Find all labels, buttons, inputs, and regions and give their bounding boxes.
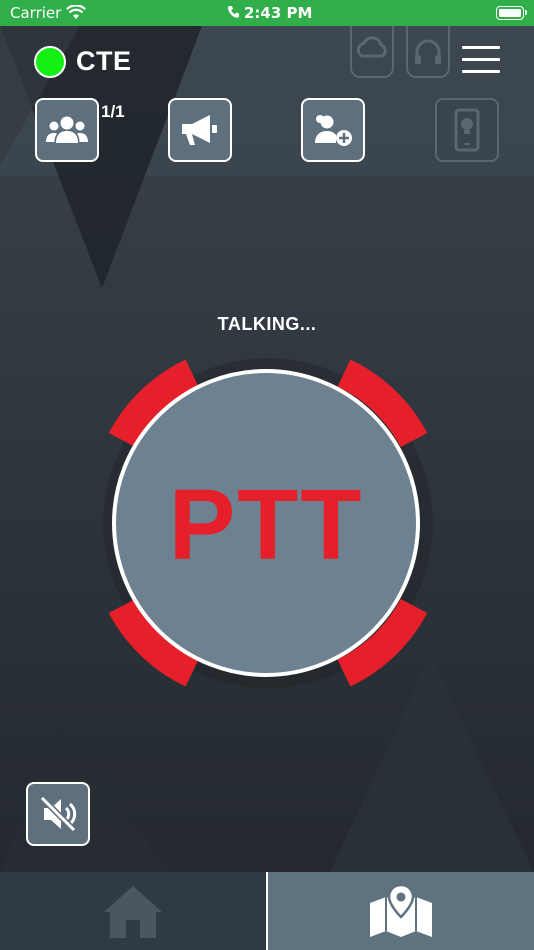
tab-home[interactable] <box>0 872 266 950</box>
tab-map[interactable] <box>268 872 534 950</box>
menu-line <box>462 46 500 49</box>
users-icon <box>46 116 88 143</box>
megaphone-icon <box>182 115 217 145</box>
headset-icon[interactable] <box>406 26 450 78</box>
speaker-muted-icon <box>39 795 77 833</box>
carrier-label: Carrier <box>10 4 62 22</box>
menu-button[interactable] <box>462 46 500 76</box>
menu-line <box>462 70 500 73</box>
presence-indicator <box>34 46 66 78</box>
device-button[interactable] <box>435 98 499 162</box>
phone-call-icon <box>228 6 239 18</box>
ptt-label: PTT <box>168 468 364 581</box>
status-bar: Carrier 2:43 PM <box>0 0 534 26</box>
battery-icon <box>496 6 527 20</box>
ptt-status: TALKING... <box>217 314 317 334</box>
group-members-button[interactable] <box>35 98 99 162</box>
group-count: 1/1 <box>101 102 125 121</box>
menu-line <box>462 58 500 61</box>
map-icon <box>370 883 432 937</box>
clock: 2:43 PM <box>244 4 313 22</box>
tab-bar <box>0 872 534 950</box>
home-icon <box>104 886 162 938</box>
wifi-icon <box>66 5 86 19</box>
org-name: CTE <box>76 46 132 76</box>
mute-speaker-button[interactable] <box>26 782 90 846</box>
cloud-alert-icon <box>356 36 387 58</box>
add-user-button[interactable] <box>301 98 365 162</box>
smartphone-icon <box>454 108 480 152</box>
ptt-button[interactable]: PTT <box>112 369 420 677</box>
headphones-icon <box>415 39 441 64</box>
alert-dashboard-icon[interactable] <box>350 26 394 78</box>
broadcast-button[interactable] <box>168 98 232 162</box>
user-plus-icon <box>315 115 352 146</box>
ptt-control: PTT <box>98 356 438 690</box>
